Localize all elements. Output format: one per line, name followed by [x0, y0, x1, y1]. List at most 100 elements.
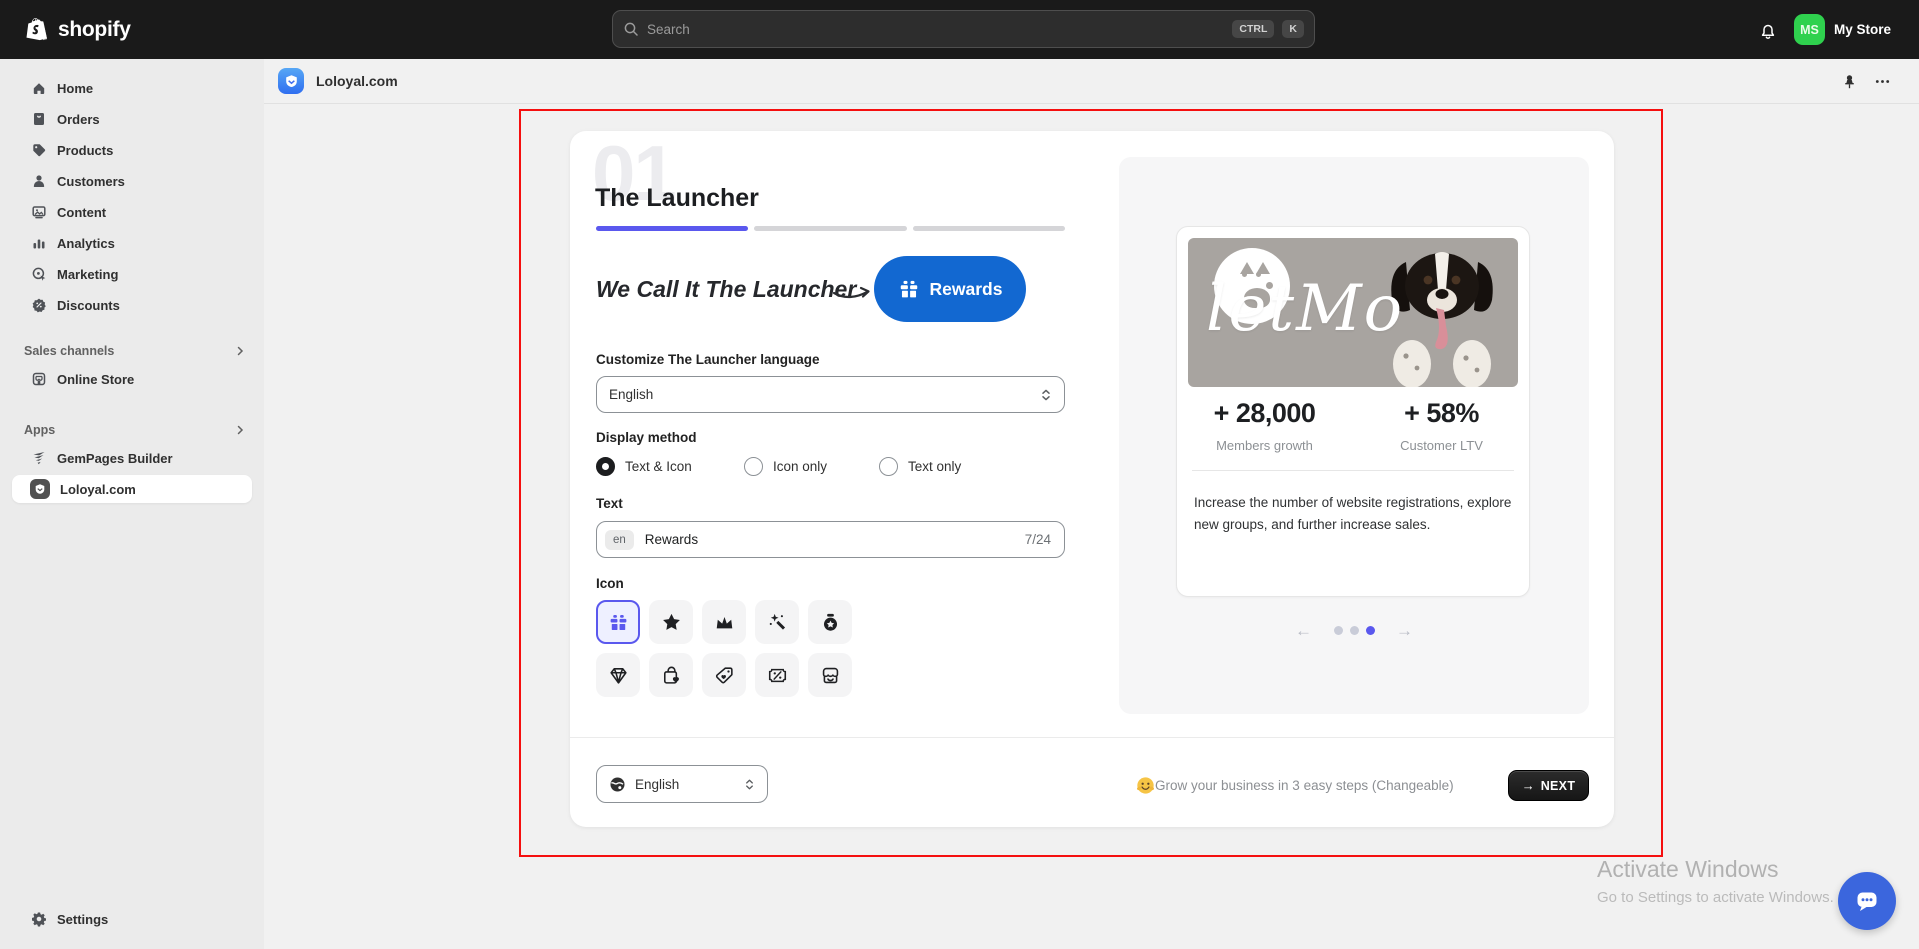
icon-option-tag-heart[interactable] [702, 653, 746, 697]
search-icon [624, 22, 638, 36]
live-chat-button[interactable] [1838, 872, 1896, 930]
carousel-dots [1333, 626, 1375, 635]
icon-picker-label: Icon [596, 576, 624, 591]
sidebar-item-online-store[interactable]: Online Store [12, 365, 252, 393]
sidebar-item-home[interactable]: Home [12, 74, 252, 102]
carousel-dot-1[interactable] [1333, 626, 1343, 635]
tag-heart-icon [715, 666, 733, 683]
select-caret-icon [744, 778, 755, 791]
carousel-dot-3-active[interactable] [1365, 626, 1375, 635]
case-carousel-controls: ← → [1295, 622, 1413, 639]
launcher-preview-button[interactable]: Rewards [874, 256, 1026, 322]
shopify-admin-screen: shopify CTRL K MS My Store Home Orders [0, 0, 1919, 949]
progress-segment-3 [912, 226, 1065, 231]
shortcut-k-key: K [1282, 19, 1304, 39]
sidebar-item-customers[interactable]: Customers [12, 167, 252, 195]
store-menu[interactable]: MS My Store [1793, 14, 1891, 45]
icon-option-star[interactable] [649, 600, 693, 644]
stat-customer-ltv: + 58% Customer LTV [1400, 398, 1483, 453]
content-icon [30, 204, 47, 221]
sidebar-item-loloyal[interactable]: Loloyal.com [12, 475, 252, 503]
loloyal-app-icon [278, 68, 304, 94]
footer-divider [570, 737, 1614, 738]
gift-icon [610, 614, 626, 630]
storefront-smile-icon [822, 667, 838, 683]
top-bar: shopify CTRL K MS My Store [0, 0, 1919, 59]
notifications-bell-icon[interactable] [1758, 20, 1778, 40]
char-counter: 7/24 [1024, 532, 1051, 547]
next-step-button[interactable]: → NEXT [1508, 770, 1589, 801]
radio-icon-only[interactable]: Icon only [744, 457, 879, 476]
icon-option-magic-wand[interactable] [755, 600, 799, 644]
stat-members-growth: + 28,000 Members growth [1213, 398, 1316, 453]
chevron-right-icon [234, 345, 246, 357]
sidebar-item-marketing[interactable]: Marketing [12, 260, 252, 288]
carousel-next-icon[interactable]: → [1396, 622, 1413, 639]
brand-logo-text: letMo [1206, 272, 1405, 346]
medal-icon [823, 613, 837, 631]
sales-channels-section[interactable]: Sales channels [12, 339, 252, 363]
arrow-right-icon: → [1521, 778, 1535, 793]
sidebar-item-discounts[interactable]: Discounts [12, 291, 252, 319]
display-method-options: Text & Icon Icon only Text only [596, 457, 961, 476]
launcher-text-input[interactable] [644, 532, 1014, 547]
marketing-icon [30, 266, 47, 283]
progress-segment-1 [596, 226, 749, 231]
shopify-logo[interactable]: shopify [26, 16, 131, 43]
discounts-icon [30, 297, 47, 314]
display-method-label: Display method [596, 430, 697, 445]
select-caret-icon [1040, 388, 1052, 402]
sidebar-item-analytics[interactable]: Analytics [12, 229, 252, 257]
customers-icon [30, 173, 47, 190]
star-icon [662, 613, 680, 630]
orders-icon [30, 111, 47, 128]
stats-row: + 28,000 Members growth + 58% Customer L… [1176, 398, 1530, 453]
sidebar-item-settings[interactable]: Settings [12, 905, 252, 933]
gift-icon [900, 280, 917, 298]
language-field-label: Customize The Launcher language [596, 352, 820, 367]
radio-text-only[interactable]: Text only [879, 457, 961, 476]
coupon-percent-icon [768, 668, 786, 682]
carousel-prev-icon[interactable]: ← [1295, 622, 1312, 639]
products-icon [30, 142, 47, 159]
radio-text-and-icon[interactable]: Text & Icon [596, 457, 744, 476]
case-description: Increase the number of website registrat… [1194, 495, 1512, 532]
pin-icon[interactable] [1841, 73, 1858, 90]
icon-option-storefront[interactable] [808, 653, 852, 697]
shopify-wordmark: shopify [58, 17, 131, 41]
icon-option-medal[interactable] [808, 600, 852, 644]
language-chip: en [605, 529, 634, 550]
windows-activation-watermark: Activate Windows Go to Settings to activ… [1597, 856, 1834, 906]
radio-dot [879, 457, 898, 476]
icon-option-crown[interactable] [702, 600, 746, 644]
progress-segment-2 [754, 226, 907, 231]
icon-option-coupon[interactable] [755, 653, 799, 697]
icon-option-bag-heart[interactable] [649, 653, 693, 697]
more-options-icon[interactable] [1874, 73, 1891, 90]
sidebar-item-content[interactable]: Content [12, 198, 252, 226]
chat-bubble-icon [1857, 892, 1877, 911]
apps-section[interactable]: Apps [12, 418, 252, 442]
diamond-icon [609, 667, 627, 684]
gear-icon [30, 911, 47, 928]
sidebar-item-gempages[interactable]: GemPages Builder [12, 444, 252, 472]
step-progress-bar [596, 226, 1065, 231]
search-input[interactable] [647, 21, 1225, 37]
footer-hint: Grow your business in 3 easy steps (Chan… [1136, 776, 1492, 795]
footer-language-select[interactable]: English [596, 765, 768, 803]
callout-text: We Call It The Launcher [596, 276, 857, 302]
icon-option-diamond[interactable] [596, 653, 640, 697]
magic-wand-icon [769, 613, 785, 630]
sidebar-item-orders[interactable]: Orders [12, 105, 252, 133]
global-search[interactable]: CTRL K [612, 10, 1315, 48]
hand-drawn-arrow-icon [832, 286, 870, 299]
store-icon [30, 371, 47, 388]
home-icon [30, 80, 47, 97]
carousel-dot-2[interactable] [1349, 626, 1359, 635]
analytics-icon [30, 235, 47, 252]
loloyal-icon [30, 479, 50, 499]
gempages-icon [30, 450, 47, 467]
sidebar-item-products[interactable]: Products [12, 136, 252, 164]
language-select[interactable]: English [596, 376, 1065, 413]
icon-option-gift[interactable] [596, 600, 640, 644]
